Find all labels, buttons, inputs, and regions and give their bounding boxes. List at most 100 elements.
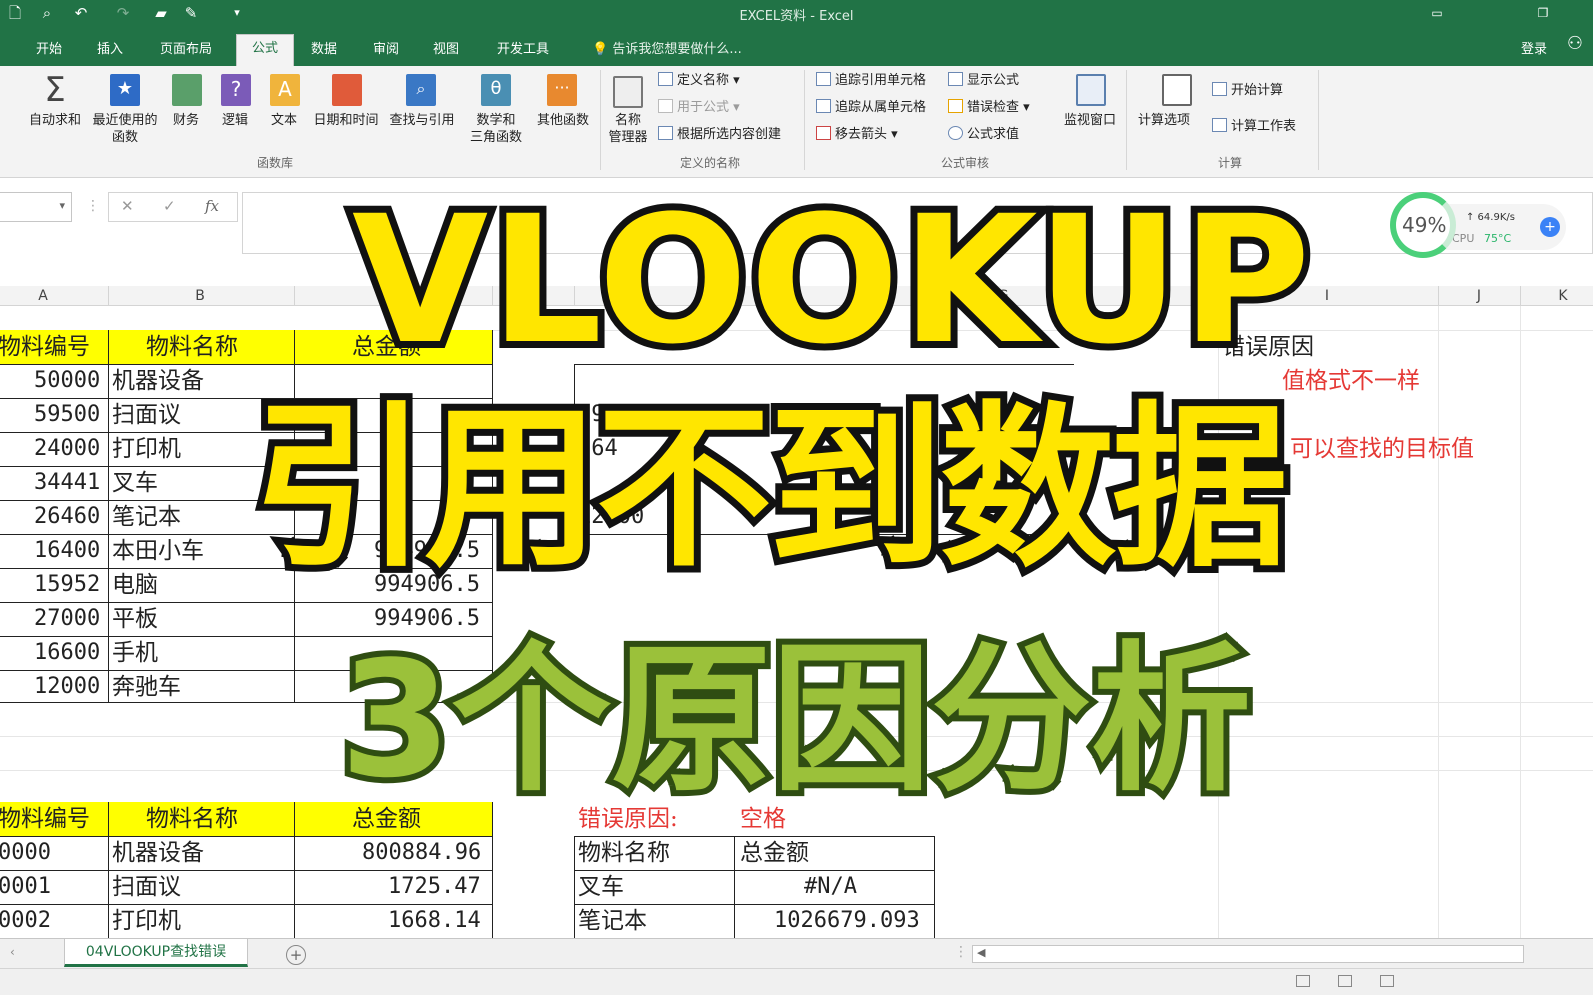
error-reason-note[interactable]: 可以查找的目标值 xyxy=(1290,434,1474,464)
sheet-tab-active[interactable]: 04VLOOKUP查找错误 xyxy=(64,939,248,967)
trace-dependents-button[interactable]: 追踪从属单元格 xyxy=(816,99,926,117)
datetime-button[interactable]: 日期和时间 xyxy=(310,112,382,129)
table1-row-id[interactable]: 59500 xyxy=(34,400,100,430)
table1-row-name[interactable]: 叉车 xyxy=(112,468,158,498)
create-from-selection-button[interactable]: 根据所选内容创建 xyxy=(658,126,781,144)
table1-row-name[interactable]: 平板 xyxy=(112,604,158,634)
scroll-left-arrow-icon[interactable]: ◀ xyxy=(977,946,985,959)
col-header-a[interactable]: A xyxy=(36,288,50,304)
trace-precedents-button[interactable]: 追踪引用单元格 xyxy=(816,72,926,90)
table2-row-id[interactable]: 0001 xyxy=(0,872,51,902)
tab-formulas[interactable]: 公式 xyxy=(236,34,294,66)
tab-data[interactable]: 数据 xyxy=(311,38,337,57)
login-link[interactable]: 登录 xyxy=(1521,38,1547,57)
user-icon[interactable]: ⚇ xyxy=(1563,33,1587,59)
col-header-k[interactable]: K xyxy=(1556,288,1570,304)
table1-row-amount[interactable]: 994906.5 xyxy=(374,536,480,566)
chevron-down-icon[interactable]: ▾ xyxy=(59,199,65,212)
table2-row-amount[interactable]: 800884.96 xyxy=(362,838,481,868)
col-header-j[interactable]: J xyxy=(1472,288,1486,304)
tab-home[interactable]: 开始 xyxy=(36,38,62,57)
cancel-icon[interactable]: ✕ xyxy=(121,197,134,215)
table1-row-name[interactable]: 机器设备 xyxy=(112,366,204,396)
normal-view-icon[interactable] xyxy=(1296,975,1310,987)
table1-row-name[interactable]: 手机 xyxy=(112,638,158,668)
insert-function-icon[interactable]: fx xyxy=(205,197,219,215)
tab-developer[interactable]: 开发工具 xyxy=(497,38,549,57)
lookup1-partial-id[interactable]: 12000 xyxy=(578,502,644,532)
table1-row-id[interactable]: 12000 xyxy=(34,672,100,702)
use-in-formula-button[interactable]: 用于公式 ▾ xyxy=(658,99,740,117)
scroll-left-icon[interactable]: ‹ xyxy=(10,945,15,959)
table1-row-name[interactable]: 奔驰车 xyxy=(112,672,181,702)
table1-header-id[interactable]: 物料编号 xyxy=(0,332,90,362)
table2-row-id[interactable]: 0002 xyxy=(0,906,51,936)
table2-header-id[interactable]: 物料编号 xyxy=(0,804,90,834)
horizontal-scrollbar[interactable]: ◀ xyxy=(972,945,1524,963)
worksheet-grid[interactable]: 物料编号 物料名称 总金额 50000 机器设备 59500 扫面议 24000… xyxy=(0,306,1593,938)
table1-row-amount[interactable]: 994906.5 xyxy=(374,570,480,600)
watch-window-button[interactable]: 监视窗口 xyxy=(1058,112,1122,129)
table1-row-id[interactable]: 15952 xyxy=(34,570,100,600)
restore-window-icon[interactable]: ❐ xyxy=(1532,3,1554,23)
table1-row-id[interactable]: 34441 xyxy=(34,468,100,498)
col-header-b[interactable]: B xyxy=(193,288,207,304)
split-handle-icon[interactable]: ⋮ xyxy=(954,944,968,960)
tab-page-layout[interactable]: 页面布局 xyxy=(160,38,212,57)
page-break-view-icon[interactable] xyxy=(1380,975,1394,987)
add-sheet-icon[interactable]: + xyxy=(286,945,306,965)
math-trig-button[interactable]: 数学和 三角函数 xyxy=(460,112,532,146)
error-reason-header[interactable]: 错误原因 xyxy=(1222,332,1314,362)
lookup2-error-label[interactable]: 错误原因: xyxy=(578,804,678,834)
calculate-now-button[interactable]: 开始计算 xyxy=(1212,82,1283,100)
financial-button[interactable]: 财务 xyxy=(166,112,206,129)
calculate-sheet-button[interactable]: 计算工作表 xyxy=(1212,118,1296,136)
text-button[interactable]: 文本 xyxy=(264,112,304,129)
lookup1-partial-id[interactable]: 264 xyxy=(578,434,618,464)
table2-header-amount[interactable]: 总金额 xyxy=(352,804,421,834)
table2-header-name[interactable]: 物料名称 xyxy=(146,804,238,834)
lookup2-row-value[interactable]: #N/A xyxy=(804,872,857,902)
tab-insert[interactable]: 插入 xyxy=(97,38,123,57)
recent-functions-button[interactable]: 最近使用的 函数 xyxy=(88,112,162,146)
table1-row-id[interactable]: 24000 xyxy=(34,434,100,464)
name-manager-button[interactable]: 名称 管理器 xyxy=(606,112,650,146)
table1-row-id[interactable]: 26460 xyxy=(34,502,100,532)
lookup2-header-name[interactable]: 物料名称 xyxy=(578,838,670,868)
table2-row-id[interactable]: 0000 xyxy=(0,838,51,868)
lookup2-row-value[interactable]: 1026679.093 xyxy=(774,906,920,936)
enter-icon[interactable]: ✓ xyxy=(163,197,176,215)
table2-row-name[interactable]: 机器设备 xyxy=(112,838,204,868)
table1-row-id[interactable]: 27000 xyxy=(34,604,100,634)
lookup1-partial-id[interactable]: 59500 xyxy=(578,400,644,430)
autosum-button[interactable]: 自动求和 xyxy=(26,112,84,129)
lookup2-header-amount[interactable]: 总金额 xyxy=(740,838,809,868)
page-layout-view-icon[interactable] xyxy=(1338,975,1352,987)
tab-view[interactable]: 视图 xyxy=(433,38,459,57)
lookup2-row-name[interactable]: 笔记本 xyxy=(578,906,647,936)
show-formulas-button[interactable]: 显示公式 xyxy=(948,72,1019,90)
logical-button[interactable]: 逻辑 xyxy=(215,112,255,129)
table1-row-id[interactable]: 16400 xyxy=(34,536,100,566)
tell-me-search[interactable]: 💡 告诉我您想要做什么... xyxy=(592,38,742,57)
evaluate-formula-button[interactable]: 公式求值 xyxy=(948,126,1019,144)
table1-row-name[interactable]: 扫面议 xyxy=(112,400,181,430)
lookup2-row-name[interactable]: 叉车 xyxy=(578,872,624,902)
table1-row-name[interactable]: 笔记本 xyxy=(112,502,181,532)
plus-icon[interactable]: + xyxy=(1540,217,1560,237)
more-functions-button[interactable]: 其他函数 xyxy=(534,112,592,129)
calculation-options-button[interactable]: 计算选项 xyxy=(1132,112,1196,129)
define-name-button[interactable]: 定义名称 ▾ xyxy=(658,72,740,90)
drag-handle-icon[interactable]: ⋮ xyxy=(86,198,100,214)
table1-header-amount[interactable]: 总金额 xyxy=(352,332,421,362)
col-header-d[interactable]: D xyxy=(525,288,539,304)
table1-header-name[interactable]: 物料名称 xyxy=(146,332,238,362)
ribbon-display-icon[interactable]: ▭ xyxy=(1426,3,1448,23)
error-reason-note[interactable]: 值格式不一样 xyxy=(1282,366,1420,396)
error-checking-button[interactable]: 错误检查 ▾ xyxy=(948,99,1030,117)
table1-row-amount[interactable]: 994906.5 xyxy=(374,604,480,634)
table2-row-amount[interactable]: 1668.14 xyxy=(388,906,481,936)
table1-row-id[interactable]: 16600 xyxy=(34,638,100,668)
table1-row-name[interactable]: 打印机 xyxy=(112,434,181,464)
table2-row-name[interactable]: 扫面议 xyxy=(112,872,181,902)
